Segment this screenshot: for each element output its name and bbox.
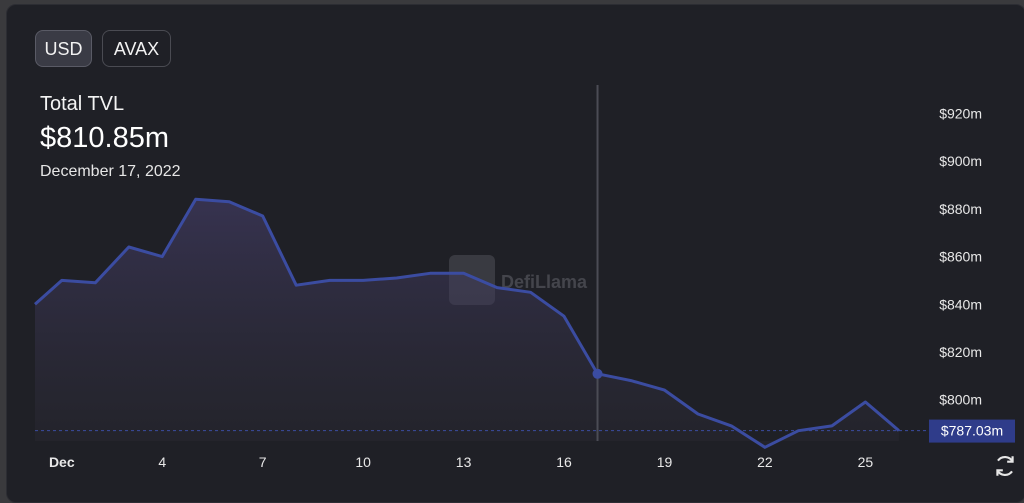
tvl-chart-card: USD AVAX Total TVL $810.85m December 17,… bbox=[6, 4, 1024, 503]
y-tick-label: $900m bbox=[939, 153, 982, 169]
refresh-icon[interactable] bbox=[992, 453, 1018, 479]
x-tick-label: Dec bbox=[49, 454, 75, 470]
y-tick-label: $880m bbox=[939, 201, 982, 217]
x-tick-label: 16 bbox=[556, 454, 572, 470]
x-tick-label: 10 bbox=[355, 454, 371, 470]
x-tick-label: 25 bbox=[858, 454, 874, 470]
x-tick-label: 22 bbox=[757, 454, 773, 470]
x-tick-label: 7 bbox=[259, 454, 267, 470]
hover-point bbox=[592, 368, 603, 379]
x-tick-label: 13 bbox=[456, 454, 472, 470]
y-tick-label: $800m bbox=[939, 392, 982, 408]
tvl-area-fill bbox=[35, 199, 899, 448]
current-value-label: $787.03m bbox=[941, 423, 1003, 439]
y-tick-label: $820m bbox=[939, 344, 982, 360]
x-tick-label: 19 bbox=[657, 454, 673, 470]
tvl-area-chart[interactable]: DefiLlama $787.03m$800m$820m$840m$860m$8… bbox=[7, 5, 1024, 502]
y-tick-label: $840m bbox=[939, 296, 982, 312]
y-tick-label: $860m bbox=[939, 249, 982, 265]
x-tick-label: 4 bbox=[158, 454, 166, 470]
y-tick-label: $920m bbox=[939, 106, 982, 122]
